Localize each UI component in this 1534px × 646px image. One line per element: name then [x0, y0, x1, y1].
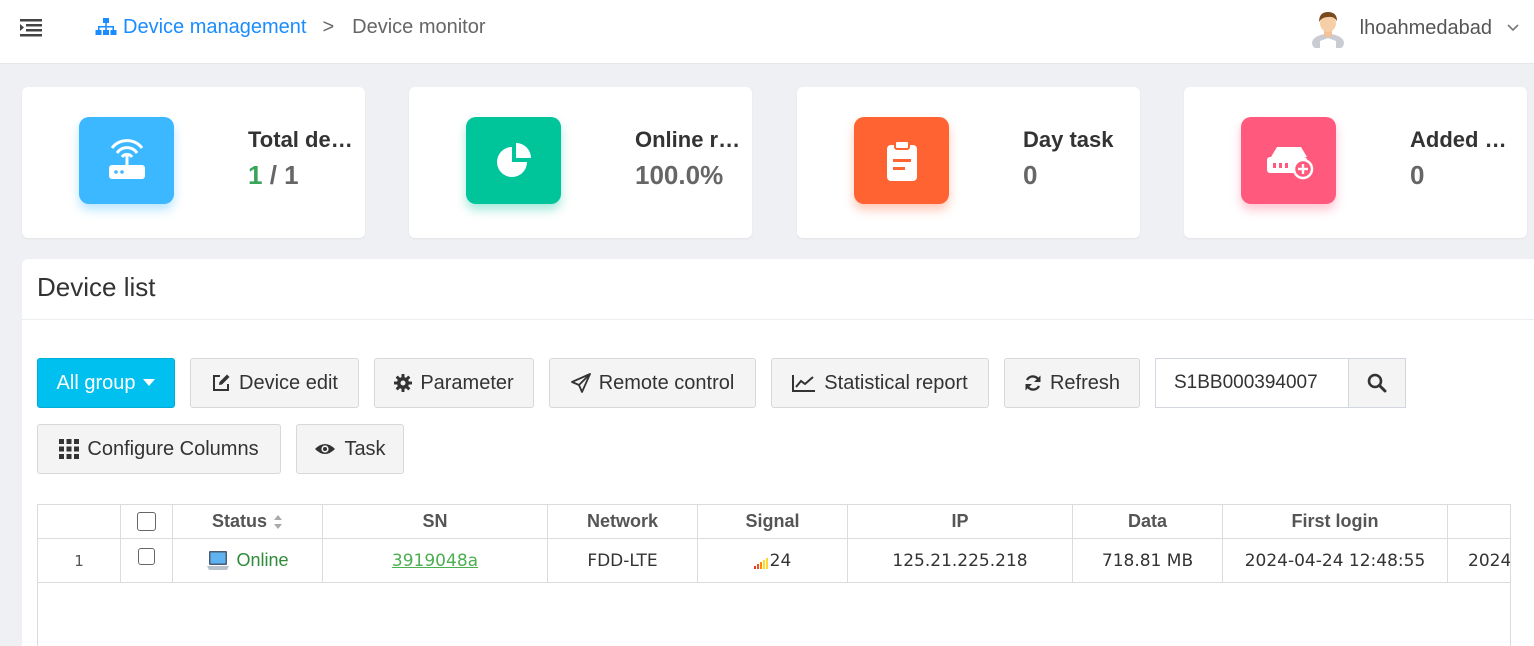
sn-cell: 3919048a	[323, 539, 548, 582]
parameter-label: Parameter	[420, 371, 514, 394]
search-icon	[1367, 373, 1387, 393]
breadcrumb-current: Device monitor	[352, 16, 486, 38]
refresh-icon	[1025, 375, 1041, 391]
select-all-checkbox[interactable]	[137, 512, 156, 531]
device-edit-label: Device edit	[239, 371, 338, 394]
pie-chart-icon	[466, 117, 561, 204]
device-table: Status SN Network Signal IP Data First l…	[37, 504, 1511, 646]
column-header-status[interactable]: Status	[173, 505, 323, 538]
column-header-sn[interactable]: SN	[323, 505, 548, 538]
signal-bars-icon	[753, 557, 768, 569]
parameter-button[interactable]: Parameter	[374, 358, 534, 408]
stat-value-day-task: 0	[1023, 160, 1038, 190]
column-header-status-label: Status	[211, 511, 267, 531]
refresh-label: Refresh	[1049, 371, 1121, 394]
breadcrumb-separator: >	[322, 16, 335, 38]
statistical-report-button[interactable]: Statistical report	[771, 358, 989, 408]
remote-control-label: Remote control	[598, 371, 735, 394]
stat-card-online-rate: Online rate 100.0%	[409, 87, 752, 238]
stat-title-day-task: Day task	[1023, 127, 1114, 152]
laptop-icon	[207, 550, 230, 570]
clipboard-icon	[854, 117, 949, 204]
signal-cell: 24	[698, 539, 848, 582]
breadcrumb-home-label: Device management	[123, 16, 307, 38]
stat-value-added-devices: 0	[1410, 160, 1425, 190]
stat-card-added-devices: Added devices 0	[1184, 87, 1527, 238]
column-header-index	[38, 505, 121, 538]
all-group-dropdown[interactable]: All group	[37, 358, 175, 408]
stat-value-online-rate: 100.0%	[635, 160, 724, 190]
configure-columns-label: Configure Columns	[87, 437, 259, 460]
user-name: lhoahmedabad	[1359, 16, 1492, 39]
sn-link[interactable]: 3919048a	[392, 551, 478, 571]
gear-icon	[394, 374, 413, 392]
column-header-next[interactable]	[1448, 505, 1510, 538]
panel-divider	[22, 319, 1534, 320]
column-header-network[interactable]: Network	[548, 505, 698, 538]
avatar	[1311, 12, 1344, 48]
ip-cell: 125.21.225.218	[848, 539, 1073, 582]
network-cell: FDD-LTE	[548, 539, 698, 582]
add-device-icon	[1241, 117, 1336, 204]
paper-plane-icon	[570, 373, 591, 393]
first-login-cell: 2024-04-24 12:48:55	[1223, 539, 1448, 582]
online-count: 1	[248, 160, 263, 190]
menu-toggle-icon[interactable]	[20, 16, 44, 38]
eye-icon	[315, 444, 336, 454]
caret-down-icon	[143, 379, 156, 386]
chevron-down-icon	[1507, 24, 1519, 32]
stat-value-total-devices: 1 / 1	[248, 160, 299, 191]
device-edit-button[interactable]: Device edit	[190, 358, 359, 408]
sort-icon	[274, 514, 282, 529]
search-input[interactable]	[1155, 358, 1349, 408]
search-button[interactable]	[1348, 358, 1406, 408]
statistical-report-label: Statistical report	[824, 371, 968, 394]
status-online-text: Online	[236, 550, 289, 570]
column-header-ip[interactable]: IP	[848, 505, 1073, 538]
device-list-panel: Device list All group Device edit Parame…	[22, 259, 1534, 646]
row-number: 1	[74, 551, 84, 570]
stat-title-added-devices: Added devices	[1410, 127, 1518, 152]
edit-icon	[213, 374, 230, 391]
top-header: Device management > Device monitor lhoah…	[0, 0, 1534, 64]
configure-columns-button[interactable]: Configure Columns	[37, 424, 281, 474]
column-header-signal[interactable]: Signal	[698, 505, 848, 538]
all-group-label: All group	[56, 371, 136, 394]
table-header-row: Status SN Network Signal IP Data First l…	[38, 505, 1510, 539]
total-count: / 1	[262, 160, 299, 190]
task-button[interactable]: Task	[296, 424, 404, 474]
sitemap-icon	[95, 18, 117, 35]
row-select-cell	[121, 539, 173, 582]
column-header-select	[121, 505, 173, 538]
remote-control-button[interactable]: Remote control	[549, 358, 756, 408]
task-label: Task	[344, 437, 386, 460]
stat-card-day-task: Day task 0	[797, 87, 1140, 238]
stat-title-total-devices: Total devices	[248, 127, 356, 152]
panel-title: Device list	[37, 272, 156, 302]
breadcrumb-home-link[interactable]: Device management	[95, 15, 306, 39]
refresh-button[interactable]: Refresh	[1004, 358, 1140, 408]
column-header-first-login[interactable]: First login	[1223, 505, 1448, 538]
column-header-data[interactable]: Data	[1073, 505, 1223, 538]
data-cell: 718.81 MB	[1073, 539, 1223, 582]
breadcrumb: Device management > Device monitor	[95, 15, 486, 39]
row-checkbox[interactable]	[138, 548, 155, 565]
table-row[interactable]: 1 Online 3919048a FDD-LTE 24 125.21.225.…	[38, 539, 1511, 583]
router-icon	[79, 117, 174, 204]
status-cell: Online	[173, 539, 323, 582]
next-cell: 2024-04-24 12:48:55	[1468, 550, 1511, 571]
user-menu[interactable]: lhoahmedabad	[1310, 8, 1520, 48]
signal-value: 24	[769, 550, 792, 571]
stat-title-online-rate: Online rate	[635, 127, 743, 152]
grid-icon	[59, 439, 80, 459]
line-chart-icon	[792, 375, 816, 392]
stat-card-total-devices: Total devices 1 / 1	[22, 87, 365, 238]
row-number-cell: 1	[38, 539, 121, 582]
